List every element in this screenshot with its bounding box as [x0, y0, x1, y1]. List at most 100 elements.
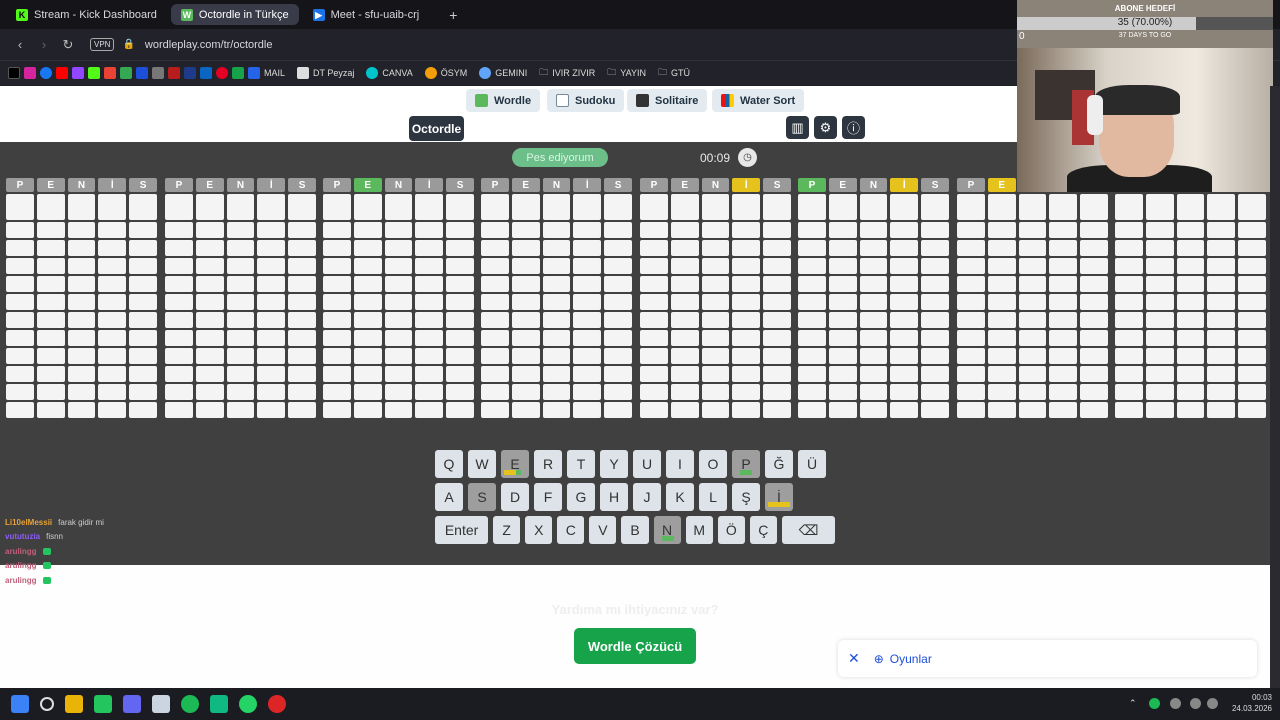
board-cell — [701, 276, 730, 292]
key-b[interactable]: B — [621, 516, 649, 544]
reload-icon[interactable]: ↻ — [56, 37, 80, 53]
key-l[interactable]: L — [699, 483, 727, 511]
facebook-icon[interactable] — [40, 67, 52, 79]
key-q[interactable]: Q — [435, 450, 463, 478]
steam-icon[interactable] — [152, 695, 170, 713]
vpn-badge[interactable]: VPN — [90, 38, 115, 51]
games-panel-toggle[interactable]: ⊕ Oyunlar — [874, 652, 932, 666]
key-x[interactable]: X — [525, 516, 553, 544]
wordle-solver-button[interactable]: Wordle Çözücü — [574, 628, 696, 664]
key-n[interactable]: N — [653, 516, 681, 544]
app-teal-icon[interactable] — [210, 695, 228, 713]
spotify-tray-icon[interactable] — [1149, 698, 1160, 709]
instagram-icon[interactable] — [24, 67, 36, 79]
key-j[interactable]: J — [633, 483, 661, 511]
enter-key[interactable]: Enter — [435, 516, 489, 544]
whatsapp-icon[interactable] — [239, 695, 257, 713]
key-y[interactable]: Y — [600, 450, 628, 478]
teams-icon[interactable] — [123, 695, 141, 713]
close-icon[interactable]: ✕ — [848, 650, 860, 667]
key-g[interactable]: G — [567, 483, 595, 511]
back-icon[interactable]: ‹ — [8, 37, 32, 52]
kick-icon[interactable] — [88, 67, 100, 79]
opera-icon[interactable] — [268, 695, 286, 713]
key-u[interactable]: U — [633, 450, 661, 478]
guess-letter: P — [957, 178, 985, 192]
key-o[interactable]: O — [699, 450, 727, 478]
key-a[interactable]: A — [435, 483, 463, 511]
key-ö[interactable]: Ö — [717, 516, 745, 544]
key-k[interactable]: K — [666, 483, 694, 511]
info-icon[interactable]: ⓘ — [842, 116, 865, 139]
page-title[interactable]: Octordle — [409, 116, 464, 141]
bookmark-mail[interactable]: MAIL — [248, 67, 285, 79]
clock[interactable]: 00:03 24.03.2026 — [1232, 692, 1272, 714]
key-p[interactable]: P — [732, 450, 760, 478]
key-z[interactable]: Z — [493, 516, 521, 544]
key-ü[interactable]: Ü — [798, 450, 826, 478]
nav-water-sort[interactable]: Water Sort — [712, 89, 805, 112]
display-icon[interactable] — [1190, 698, 1201, 709]
file-explorer-icon[interactable] — [65, 695, 83, 713]
volume-icon[interactable] — [1207, 698, 1218, 709]
spotify-icon[interactable] — [181, 695, 199, 713]
key-t[interactable]: T — [567, 450, 595, 478]
maps-icon[interactable] — [120, 67, 132, 79]
bookmark-blue-icon[interactable] — [184, 67, 196, 79]
key-f[interactable]: F — [534, 483, 562, 511]
bookmark-yayin[interactable]: 🗀 YAYIN — [607, 65, 646, 81]
url-text[interactable]: wordleplay.com/tr/octordle — [145, 39, 273, 51]
board-cell — [98, 240, 127, 256]
bookmark-canva[interactable]: CANVA — [366, 67, 413, 79]
key-h[interactable]: H — [600, 483, 628, 511]
backspace-key[interactable]: ⌫ — [781, 516, 836, 544]
new-tab-button[interactable]: + — [449, 7, 457, 23]
search-icon[interactable] — [40, 697, 54, 711]
board-cell — [226, 312, 255, 328]
link-icon[interactable] — [152, 67, 164, 79]
finance-icon[interactable] — [136, 67, 148, 79]
pinterest-icon[interactable] — [216, 67, 228, 79]
tab-meet[interactable]: ▶ Meet - sfu-uaib-crj — [303, 4, 430, 25]
key-s[interactable]: S — [468, 483, 496, 511]
nav-solitaire[interactable]: Solitaire — [627, 89, 708, 112]
nav-sudoku[interactable]: Sudoku — [547, 89, 625, 112]
key-ş[interactable]: Ş — [732, 483, 760, 511]
scrollbar[interactable] — [1270, 86, 1280, 688]
key-d[interactable]: D — [501, 483, 529, 511]
bookmark-gtu[interactable]: 🗀 GTÜ — [658, 65, 690, 81]
key-ç[interactable]: Ç — [749, 516, 777, 544]
tab-kick-dashboard[interactable]: K Stream - Kick Dashboard — [6, 4, 167, 25]
bookmark-gemini[interactable]: GEMINI — [479, 67, 527, 79]
nav-wordle[interactable]: Wordle — [466, 89, 541, 112]
key-v[interactable]: V — [589, 516, 617, 544]
gear-icon[interactable]: ⚙ — [814, 116, 837, 139]
phone-icon[interactable] — [232, 67, 244, 79]
key-w[interactable]: W — [468, 450, 496, 478]
stats-icon[interactable]: ▥ — [786, 116, 809, 139]
gmail-icon[interactable] — [104, 67, 116, 79]
chevron-up-icon[interactable]: ⌃ — [1129, 698, 1140, 709]
windows-start-icon[interactable] — [11, 695, 29, 713]
bookmark-dt-peyzaj[interactable]: DT Peyzaj — [297, 67, 354, 79]
microphone-icon[interactable] — [1170, 698, 1181, 709]
key-ğ[interactable]: Ğ — [765, 450, 793, 478]
key-i[interactable]: I — [666, 450, 694, 478]
key-m[interactable]: M — [685, 516, 713, 544]
x-icon[interactable] — [8, 67, 20, 79]
bookmark-red-icon[interactable] — [168, 67, 180, 79]
bookmark-osym[interactable]: ÖSYM — [424, 67, 467, 79]
youtube-icon[interactable] — [56, 67, 68, 79]
bookmark-ivir-zivir[interactable]: 🗀 IVIR ZIVIR — [539, 65, 595, 81]
key-c[interactable]: C — [557, 516, 585, 544]
linkedin-icon[interactable] — [200, 67, 212, 79]
forward-icon[interactable]: › — [32, 37, 56, 52]
give-up-button[interactable]: Pes ediyorum — [512, 148, 608, 167]
key-r[interactable]: R — [534, 450, 562, 478]
app-green-icon[interactable] — [94, 695, 112, 713]
key-i̇[interactable]: İ — [765, 483, 793, 511]
twitch-icon[interactable] — [72, 67, 84, 79]
key-e[interactable]: E — [501, 450, 529, 478]
board-cell — [67, 194, 96, 220]
tab-octordle[interactable]: W Octordle in Türkçe — [170, 4, 299, 25]
